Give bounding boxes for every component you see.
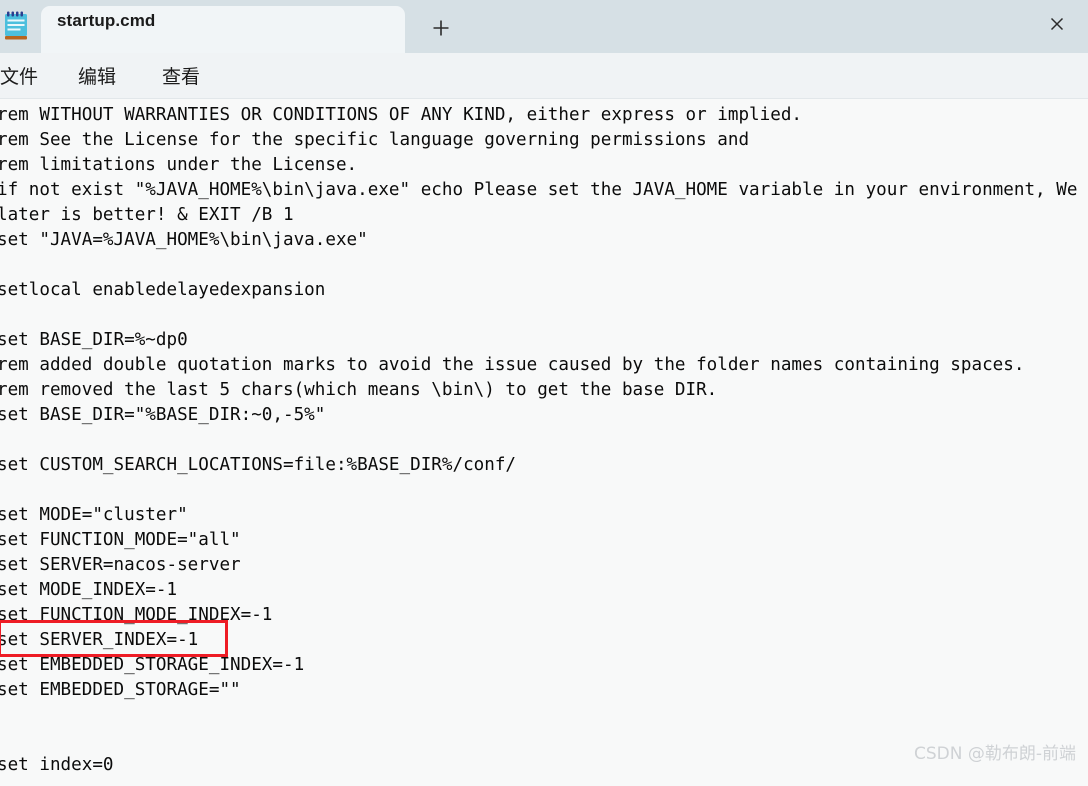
code-line: rem WITHOUT WARRANTIES OR CONDITIONS OF … — [0, 105, 803, 125]
code-line: set FUNCTION_MODE="all" — [0, 530, 241, 550]
watermark: CSDN @勒布朗-前端 — [913, 744, 1076, 764]
text-editor-area[interactable]: rem WITHOUT WARRANTIES OR CONDITIONS OF … — [0, 99, 1088, 786]
code-line: set BASE_DIR="%BASE_DIR:~0,-5%" — [0, 405, 326, 425]
code-line: set CUSTOM_SEARCH_LOCATIONS=file:%BASE_D… — [0, 455, 517, 475]
code-line: rem added double quotation marks to avoi… — [0, 355, 1025, 375]
code-line: rem See the License for the specific lan… — [0, 130, 750, 150]
code-line: set FUNCTION_MODE_INDEX=-1 — [0, 605, 273, 625]
tab-title: startup.cmd — [57, 11, 156, 30]
menu-bar: 文件 编辑 查看 — [0, 53, 1088, 99]
code-line: later is better! & EXIT /B 1 — [0, 205, 294, 225]
new-tab-button[interactable] — [423, 10, 459, 46]
code-line: set SERVER_INDEX=-1 — [0, 630, 199, 650]
notepad-icon — [2, 10, 32, 42]
plus-icon — [433, 20, 449, 36]
close-icon[interactable] — [1046, 13, 1068, 35]
notepad-window: startup.cmd 文件 编辑 查看 rem WITHOUT WARRANT… — [0, 0, 1088, 786]
code-line: set EMBEDDED_STORAGE_INDEX=-1 — [0, 655, 305, 675]
tab-strip: startup.cmd — [0, 0, 1088, 53]
menu-item-edit[interactable]: 编辑 — [78, 53, 116, 98]
code-line: set MODE_INDEX=-1 — [0, 580, 178, 600]
code-line: rem limitations under the License. — [0, 155, 358, 175]
code-line: if not exist "%JAVA_HOME%\bin\java.exe" … — [0, 180, 1078, 200]
document-text[interactable]: rem WITHOUT WARRANTIES OR CONDITIONS OF … — [0, 103, 1088, 778]
code-line: setlocal enabledelayedexpansion — [0, 280, 326, 300]
menu-item-file[interactable]: 文件 — [0, 53, 38, 98]
code-line: set "JAVA=%JAVA_HOME%\bin\java.exe" — [0, 230, 368, 250]
code-line: set BASE_DIR=%~dp0 — [0, 330, 188, 350]
code-line: set EMBEDDED_STORAGE="" — [0, 680, 241, 700]
code-line: rem removed the last 5 chars(which means… — [0, 380, 718, 400]
menu-item-view[interactable]: 查看 — [162, 53, 200, 98]
code-line: set MODE="cluster" — [0, 505, 188, 525]
code-line: set SERVER=nacos-server — [0, 555, 241, 575]
